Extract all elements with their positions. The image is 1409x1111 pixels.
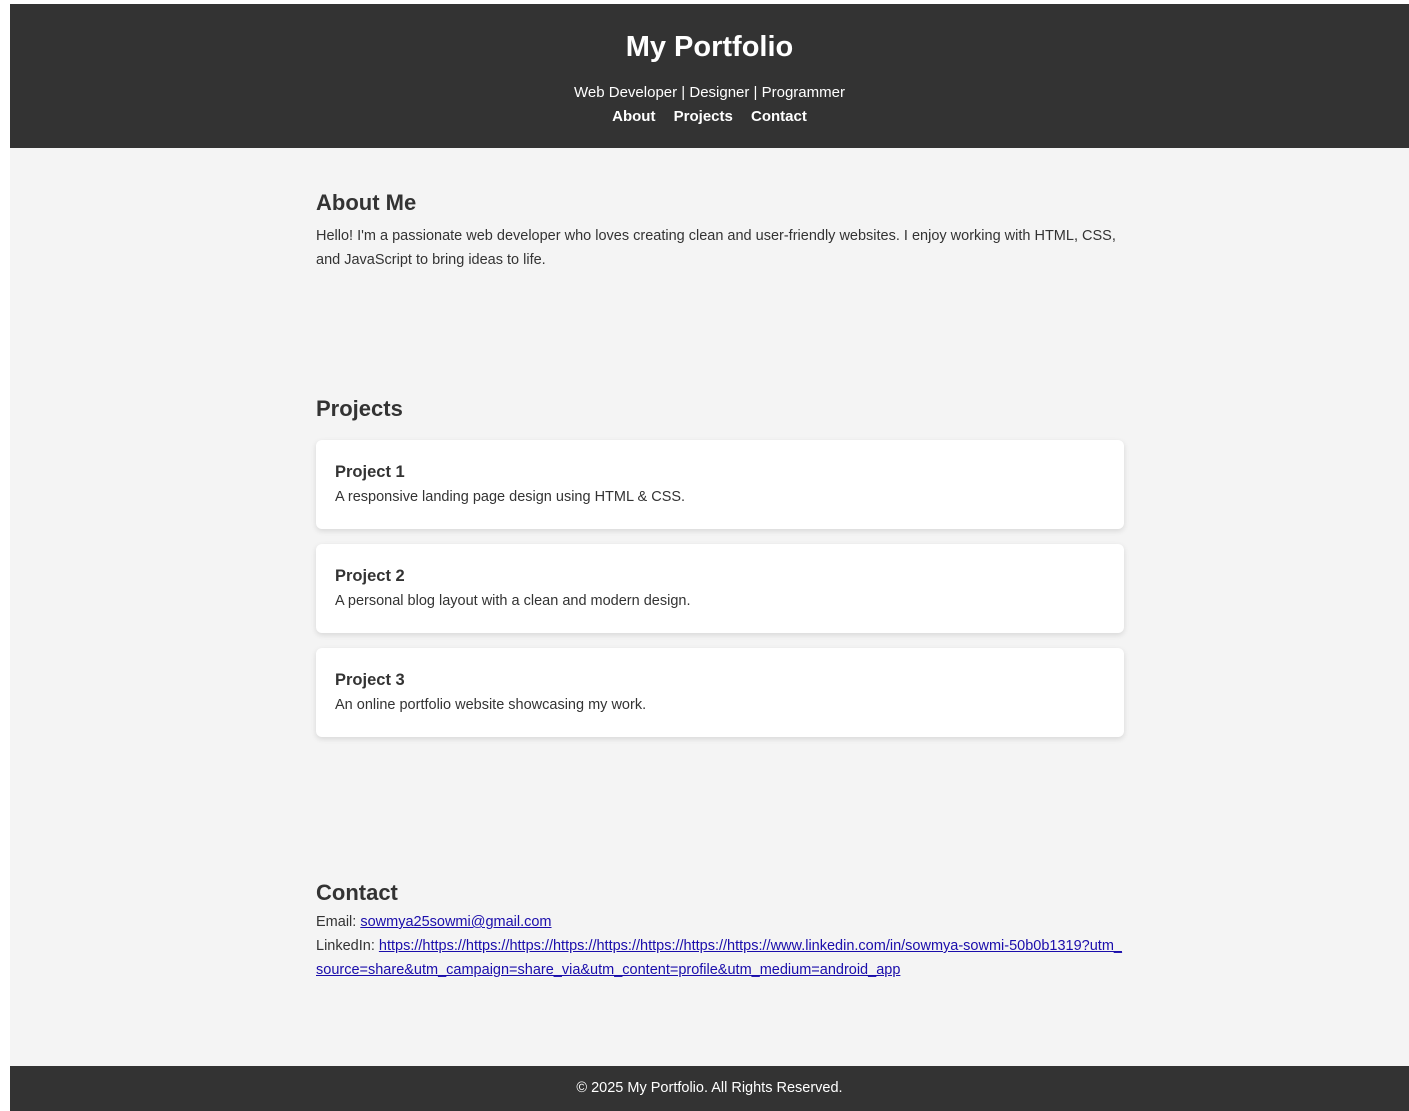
site-footer: © 2025 My Portfolio. All Rights Reserved… bbox=[10, 1066, 1409, 1111]
linkedin-label: LinkedIn: bbox=[316, 938, 375, 954]
project-title: Project 3 bbox=[335, 671, 405, 689]
project-list: Project 1 A responsive landing page desi… bbox=[316, 440, 1124, 737]
contact-details: Email: sowmya25sowmi@gmail.com LinkedIn:… bbox=[316, 910, 1124, 982]
project-title: Project 2 bbox=[335, 567, 405, 585]
contact-linkedin-row: LinkedIn: https://https://https://https:… bbox=[316, 934, 1124, 982]
project-title: Project 1 bbox=[335, 463, 405, 481]
site-header: My Portfolio Web Developer | Designer | … bbox=[10, 4, 1409, 148]
about-heading: About Me bbox=[316, 190, 417, 215]
project-description: A personal blog layout with a clean and … bbox=[335, 593, 691, 609]
projects-heading: Projects bbox=[316, 396, 403, 421]
linkedin-link[interactable]: https://https://https://https://https://… bbox=[316, 938, 1122, 978]
about-section: About Me Hello! I'm a passionate web dev… bbox=[316, 190, 1124, 272]
page: My Portfolio Web Developer | Designer | … bbox=[0, 0, 1409, 1111]
nav-link-contact[interactable]: Contact bbox=[751, 108, 807, 125]
main-nav: About Projects Contact bbox=[10, 108, 1409, 126]
contact-email-row: Email: sowmya25sowmi@gmail.com bbox=[316, 910, 1124, 934]
project-card: Project 1 A responsive landing page desi… bbox=[316, 440, 1124, 529]
footer-copyright: © 2025 My Portfolio. All Rights Reserved… bbox=[576, 1080, 843, 1096]
project-card: Project 2 A personal blog layout with a … bbox=[316, 544, 1124, 633]
browser-viewport: My Portfolio Web Developer | Designer | … bbox=[10, 4, 1409, 1111]
site-title: My Portfolio bbox=[625, 31, 794, 63]
contact-section: Contact Email: sowmya25sowmi@gmail.com L… bbox=[316, 880, 1124, 982]
site-tagline: Web Developer | Designer | Programmer bbox=[574, 84, 845, 101]
nav-link-projects[interactable]: Projects bbox=[674, 108, 733, 125]
email-label: Email: bbox=[316, 914, 357, 930]
about-text: Hello! I'm a passionate web developer wh… bbox=[316, 228, 1116, 268]
contact-heading: Contact bbox=[316, 880, 398, 905]
nav-link-about[interactable]: About bbox=[612, 108, 655, 125]
email-link[interactable]: sowmya25sowmi@gmail.com bbox=[360, 914, 551, 930]
project-description: An online portfolio website showcasing m… bbox=[335, 697, 647, 713]
projects-section: Projects Project 1 A responsive landing … bbox=[316, 396, 1124, 752]
project-description: A responsive landing page design using H… bbox=[335, 489, 686, 505]
project-card: Project 3 An online portfolio website sh… bbox=[316, 648, 1124, 737]
